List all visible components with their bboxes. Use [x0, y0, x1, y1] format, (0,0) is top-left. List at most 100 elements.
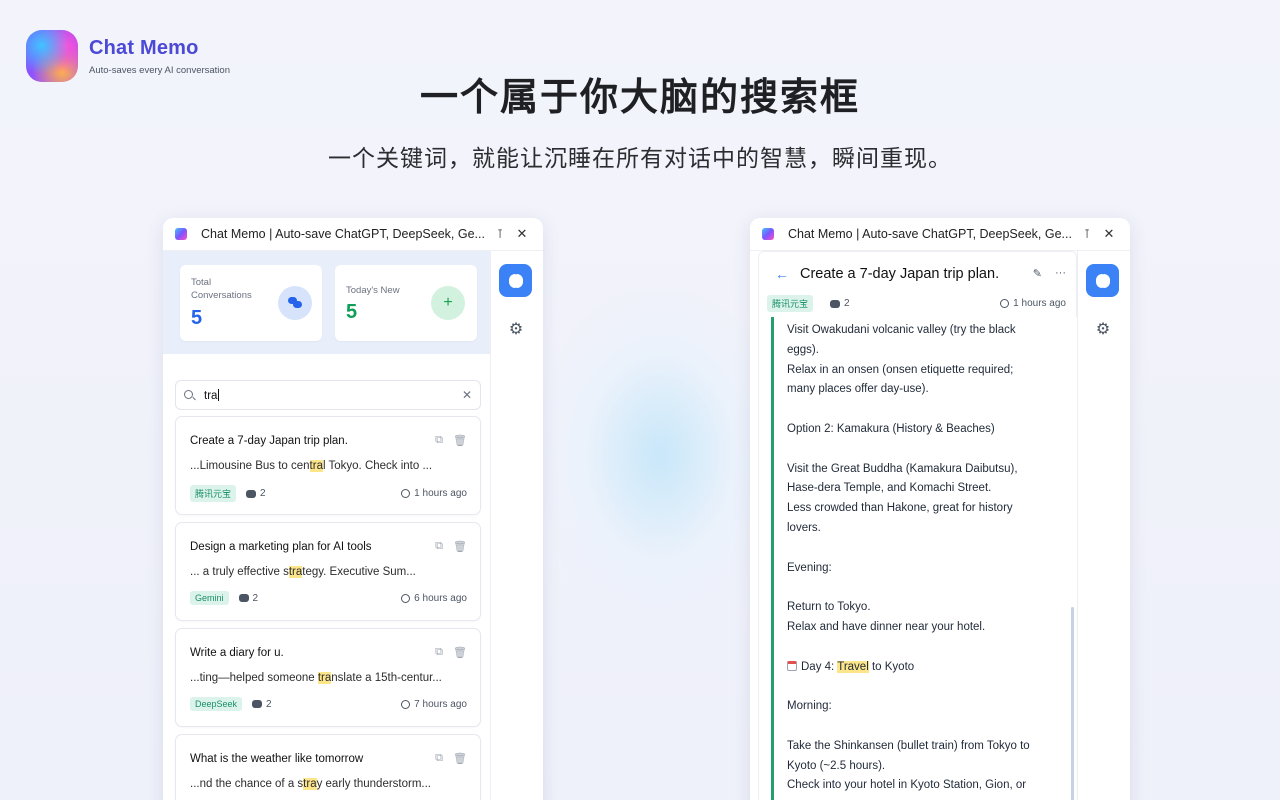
- more-icon[interactable]: ···: [1055, 267, 1066, 280]
- detail-title: Create a 7-day Japan trip plan.: [800, 266, 1000, 282]
- pin-icon[interactable]: ⊺: [489, 227, 511, 241]
- result-card[interactable]: Create a 7-day Japan trip plan. ⧉ 🗑 ...L…: [175, 416, 481, 515]
- result-snippet: ...nd the chance of a stray early thunde…: [190, 778, 431, 790]
- calendar-icon: [787, 660, 797, 671]
- message-count: 2: [830, 298, 850, 309]
- timestamp: 1 hours ago: [1000, 298, 1066, 309]
- message-line: Morning:: [787, 700, 832, 713]
- message-line: many places offer day-use).: [787, 383, 929, 396]
- message-line: Evening:: [787, 561, 832, 574]
- open-external-icon[interactable]: ⧉: [435, 434, 443, 447]
- platform-tag: 腾讯元宝: [190, 485, 237, 502]
- search-highlight: tra: [309, 460, 323, 472]
- detail-panel: ← Create a 7-day Japan trip plan. ✎ ··· …: [750, 251, 1077, 800]
- open-external-icon[interactable]: ⧉: [435, 752, 443, 765]
- clock-icon: [401, 489, 411, 498]
- timestamp: 6 hours ago: [401, 593, 467, 604]
- window-title: Chat Memo | Auto-save ChatGPT, DeepSeek,…: [201, 227, 485, 241]
- result-card[interactable]: Design a marketing plan for AI tools ⧉ 🗑…: [175, 522, 481, 621]
- message-line: Day 4: Travel to Kyoto: [787, 658, 1052, 678]
- platform-tag: 腾讯元宝: [767, 295, 814, 312]
- app-icon: [761, 227, 775, 241]
- result-title: Design a marketing plan for AI tools: [190, 541, 372, 553]
- message-line: Relax and have dinner near your hotel.: [787, 620, 986, 633]
- message-accent-bar: [771, 317, 774, 800]
- message-line: [787, 638, 1052, 658]
- sidepanel-detail-window: Chat Memo | Auto-save ChatGPT, DeepSeek,…: [750, 218, 1130, 800]
- window-titlebar: Chat Memo | Auto-save ChatGPT, DeepSeek,…: [750, 218, 1130, 251]
- stat-label: Today's New: [346, 285, 400, 296]
- comment-icon: [238, 594, 249, 602]
- message-line: [787, 717, 1052, 737]
- plus-icon: +: [431, 286, 465, 320]
- search-input[interactable]: tra ✕: [175, 380, 481, 410]
- trash-icon[interactable]: 🗑: [453, 434, 467, 447]
- brain-icon[interactable]: [1086, 264, 1119, 297]
- side-rail: ⚙: [1077, 251, 1130, 800]
- message-line: Kyoto (~2.5 hours).: [787, 759, 886, 772]
- clock-icon: [401, 699, 411, 709]
- platform-tag: DeepSeek: [190, 697, 243, 711]
- message-line: [787, 578, 1052, 598]
- search-highlight: tra: [303, 778, 317, 790]
- app-icon: [174, 227, 188, 241]
- message-count: 2: [252, 699, 272, 710]
- edit-icon[interactable]: ✎: [1033, 267, 1042, 280]
- message-line: Take the Shinkansen (bullet train) from …: [787, 739, 1030, 752]
- message-line: Option 2: Kamakura (History & Beaches): [787, 422, 995, 435]
- clear-search-icon[interactable]: ✕: [462, 388, 472, 402]
- conversation-body[interactable]: Visit Owakudani volcanic valley (try the…: [758, 317, 1077, 800]
- stat-value: 5: [346, 301, 358, 323]
- message-line: [787, 539, 1052, 559]
- message-line: eggs).: [787, 343, 819, 356]
- trash-icon[interactable]: 🗑: [453, 540, 467, 553]
- comment-icon: [252, 700, 263, 708]
- search-panel: Total Conversations 5 Today's New 5 + tr…: [163, 251, 490, 800]
- trash-icon[interactable]: 🗑: [453, 752, 467, 765]
- message-count: 2: [238, 593, 258, 604]
- gear-icon[interactable]: ⚙: [1093, 320, 1113, 340]
- sidepanel-search-window: Chat Memo | Auto-save ChatGPT, DeepSeek,…: [163, 218, 543, 800]
- message-line: Visit Owakudani volcanic valley (try the…: [787, 324, 1016, 336]
- comment-icon: [246, 489, 257, 498]
- stats-area: Total Conversations 5 Today's New 5 +: [163, 251, 490, 354]
- search-highlight: tra: [288, 566, 303, 578]
- scrollbar[interactable]: [1071, 607, 1074, 800]
- result-meta: 腾讯元宝 2 1 hours ago: [190, 485, 467, 502]
- result-title: Write a diary for u.: [190, 647, 284, 659]
- result-snippet: ...ting—helped someone translate a 15th-…: [190, 672, 442, 684]
- close-icon[interactable]: ✕: [511, 226, 533, 242]
- result-title: What is the weather like tomorrow: [190, 753, 364, 765]
- message-content: Visit Owakudani volcanic valley (try the…: [787, 321, 1052, 796]
- result-snippet: ...Limousine Bus to central Tokyo. Check…: [190, 460, 433, 472]
- open-external-icon[interactable]: ⧉: [435, 646, 443, 659]
- message-line: Visit the Great Buddha (Kamakura Daibuts…: [787, 462, 1018, 475]
- stat-total-conversations: Total Conversations 5: [180, 265, 322, 341]
- result-title: Create a 7-day Japan trip plan.: [190, 435, 348, 447]
- comment-icon: [830, 299, 841, 308]
- gear-icon[interactable]: ⚙: [506, 320, 526, 340]
- open-external-icon[interactable]: ⧉: [435, 540, 443, 553]
- close-icon[interactable]: ✕: [1098, 226, 1120, 242]
- result-meta: DeepSeek 2 7 hours ago: [190, 697, 467, 711]
- window-titlebar: Chat Memo | Auto-save ChatGPT, DeepSeek,…: [163, 218, 543, 251]
- result-card[interactable]: What is the weather like tomorrow ⧉ 🗑 ..…: [175, 734, 481, 800]
- message-line: Relax in an onsen (onsen etiquette requi…: [787, 363, 1014, 376]
- message-line: Return to Tokyo.: [787, 601, 871, 614]
- stat-label: Total Conversations: [191, 277, 252, 301]
- pin-icon[interactable]: ⊺: [1076, 227, 1098, 241]
- connector-glow: [540, 290, 780, 620]
- clock-icon: [401, 593, 411, 603]
- message-line: [787, 400, 1052, 420]
- message-line: Hase-dera Temple, and Komachi Street.: [787, 482, 992, 495]
- message-count: 2: [246, 488, 266, 499]
- message-line: Check into your hotel in Kyoto Station, …: [787, 779, 1027, 792]
- detail-header: ← Create a 7-day Japan trip plan. ✎ ··· …: [758, 251, 1077, 317]
- comment-icon: [278, 286, 312, 320]
- trash-icon[interactable]: 🗑: [453, 646, 467, 659]
- message-line: [787, 677, 1052, 697]
- result-card[interactable]: Write a diary for u. ⧉ 🗑 ...ting—helped …: [175, 628, 481, 727]
- back-arrow-icon[interactable]: ←: [775, 266, 789, 282]
- search-value: tra: [204, 389, 218, 402]
- brain-icon[interactable]: [499, 264, 532, 297]
